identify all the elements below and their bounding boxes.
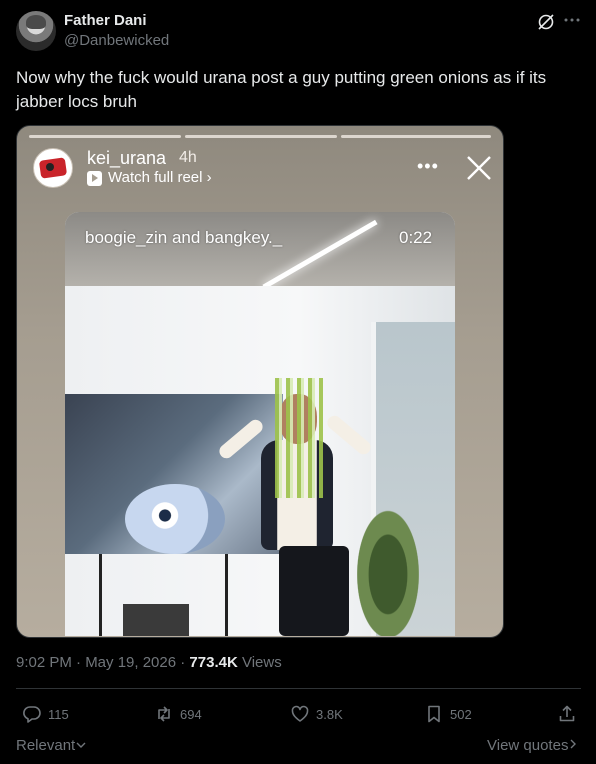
views-label: Views xyxy=(237,654,282,671)
video-duration: 0:22 xyxy=(399,228,433,247)
like-button[interactable]: 3.8K xyxy=(290,703,343,725)
reply-button[interactable]: 115 xyxy=(22,703,69,725)
share-button[interactable] xyxy=(557,703,577,725)
relevant-sort-button[interactable]: Relevant xyxy=(16,737,87,754)
story-avatar xyxy=(33,148,73,188)
author-avatar[interactable] xyxy=(16,11,56,51)
bookmark-count: 502 xyxy=(450,706,472,722)
grok-icon[interactable] xyxy=(536,12,556,32)
like-count: 3.8K xyxy=(316,706,343,722)
author-display-name[interactable]: Father Dani xyxy=(64,12,147,29)
story-username: kei_urana xyxy=(87,148,167,168)
tweet-media[interactable]: kei_urana 4h Watch full reel › ••• boogi… xyxy=(16,125,504,638)
watch-full-reel-link: Watch full reel › xyxy=(108,169,212,186)
green-onions xyxy=(275,378,323,498)
close-icon xyxy=(467,156,491,180)
video-caption: boogie_zin and bangkey._ xyxy=(85,228,283,247)
views-count: 773.4K xyxy=(189,654,238,671)
reel-video-frame: boogie_zin and bangkey._ 0:22 xyxy=(65,212,455,636)
repost-count: 694 xyxy=(180,706,202,722)
relevant-label: Relevant xyxy=(16,737,76,754)
share-icon xyxy=(559,705,575,722)
reel-play-icon xyxy=(87,171,102,186)
tweet-text: Now why the fuck would urana post a guy … xyxy=(16,68,547,111)
plant xyxy=(343,482,433,636)
divider xyxy=(16,688,581,689)
story-time: 4h xyxy=(179,149,197,166)
reply-count: 115 xyxy=(48,706,69,722)
reply-icon xyxy=(23,706,41,723)
bookmark-icon xyxy=(428,705,440,723)
repost-button[interactable]: 694 xyxy=(154,703,202,725)
repost-icon xyxy=(158,706,170,722)
more-options-icon[interactable] xyxy=(562,10,582,30)
view-quotes-label: View quotes xyxy=(487,737,569,754)
story-more-icon: ••• xyxy=(417,156,439,176)
story-progress-bar xyxy=(29,135,181,138)
chevron-right-icon xyxy=(570,739,577,749)
author-handle[interactable]: @Danbewicked xyxy=(64,32,169,49)
view-quotes-link[interactable]: View quotes xyxy=(487,737,578,754)
timestamp[interactable]: 9:02 PM · May 19, 2026 · xyxy=(16,654,189,671)
heart-icon xyxy=(291,705,309,722)
tweet-meta: 9:02 PM · May 19, 2026 · 773.4K Views xyxy=(16,654,282,671)
story-progress-bar xyxy=(341,135,491,138)
story-progress-bar xyxy=(185,135,337,138)
chevron-down-icon xyxy=(76,742,86,748)
bookmark-button[interactable]: 502 xyxy=(424,703,472,725)
